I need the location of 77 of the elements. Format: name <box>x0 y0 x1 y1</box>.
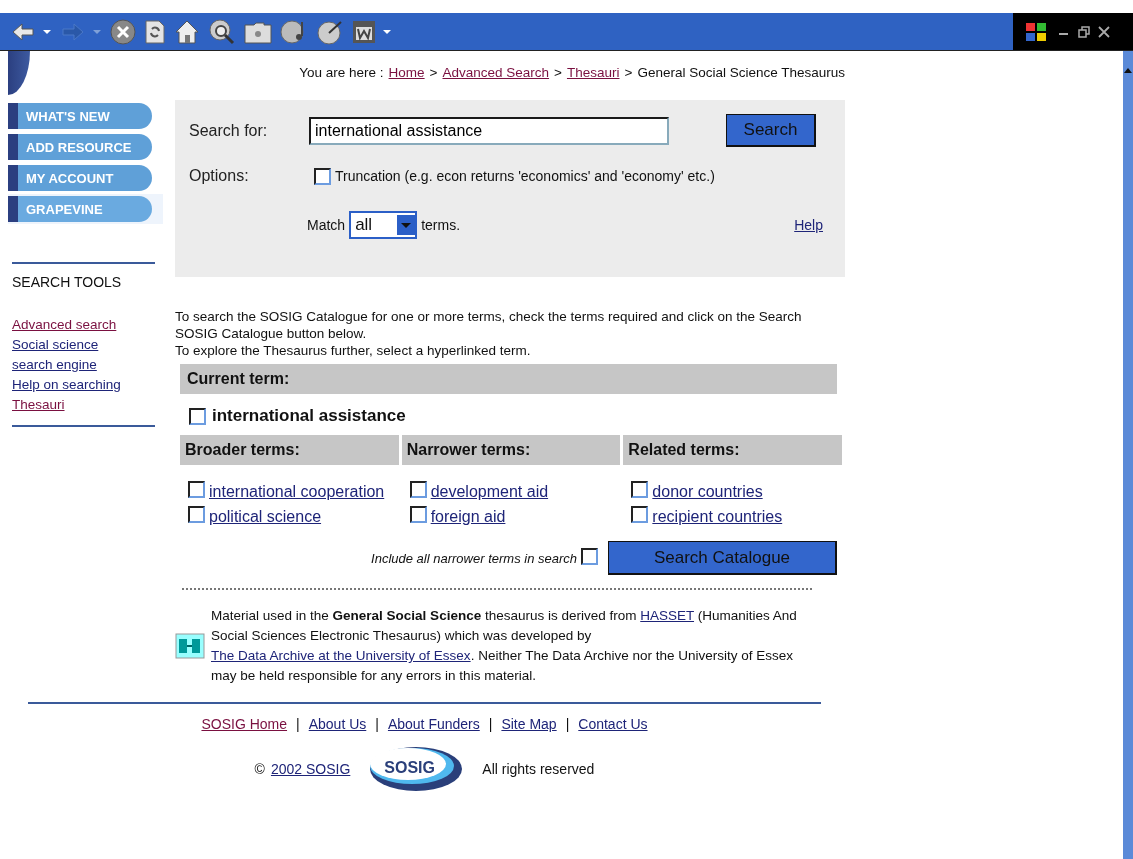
field-label: Options: <box>189 167 250 185</box>
term-link[interactable]: donor countries <box>652 483 763 500</box>
match-dropdown[interactable]: all <box>349 211 418 239</box>
restore-icon[interactable] <box>1077 24 1091 39</box>
attribution-link[interactable]: HASSET <box>640 608 695 623</box>
field-label: terms. <box>421 217 460 233</box>
breadcrumb-label: You are here : <box>299 64 384 80</box>
footer-link[interactable]: About Funders <box>387 716 480 732</box>
checkbox[interactable] <box>314 167 331 185</box>
link-separator: | <box>296 716 300 732</box>
footer-link[interactable]: About Us <box>308 716 367 732</box>
copyright-symbol: © <box>254 761 265 777</box>
column-heading: Related terms: <box>623 435 842 465</box>
checkbox-label: Truncation (e.g. econ returns 'economics' and 'economy' etc.) <box>335 168 715 184</box>
logo-text: SOSIG <box>384 759 435 777</box>
term-link[interactable]: political science <box>209 508 322 525</box>
sidebar-link[interactable]: Advanced search <box>12 315 117 335</box>
sidebar-link[interactable]: Social science search engine <box>12 335 142 375</box>
section-heading: Current term: <box>180 364 837 394</box>
term-label: international assistance <box>212 406 406 426</box>
field-label: Match <box>307 217 346 233</box>
attribution-link[interactable]: The Data Archive at the University of Essex <box>211 648 471 663</box>
checkbox-label: Include all narrower terms in search <box>371 550 577 566</box>
term-link[interactable]: international cooperation <box>209 483 385 500</box>
column-heading: Narrower terms: <box>401 435 621 465</box>
instruction-text: To explore the Thesaurus further, select a hyperlinked term. <box>175 342 532 359</box>
checkbox[interactable] <box>581 547 598 565</box>
term-link[interactable]: foreign aid <box>430 508 506 525</box>
checkbox[interactable] <box>188 506 205 523</box>
breadcrumb-link[interactable]: Thesauri <box>566 64 620 80</box>
instruction-text: To search the SOSIG Catalogue for one or more terms, check the terms required and click on the Search SOSIG Catalogue button below. <box>175 308 803 342</box>
help-link[interactable]: Help <box>794 217 823 233</box>
footer-link[interactable]: SOSIG Home <box>201 716 288 732</box>
search-icon[interactable] <box>208 17 236 46</box>
column-heading: Broader terms: <box>180 435 399 465</box>
checkbox[interactable] <box>189 407 206 425</box>
attribution-paragraph: Material used in the General Social Science thesaurus is derived from HASSET (Humanities And Social Sciences Electronic Thesaurus) which was developed by The Data Archive at the University of Essex. Neither The Data Archive nor the University of Essex may be held responsible for any errors in this material. <box>211 607 798 685</box>
link-separator: | <box>488 716 493 732</box>
caret-icon[interactable] <box>42 28 52 35</box>
breadcrumb-separator: > <box>554 64 562 80</box>
footer-link[interactable]: Contact Us <box>578 716 648 732</box>
footer-link[interactable]: Site Map <box>501 716 557 732</box>
copyright-link[interactable]: 2002 SOSIG <box>270 761 351 777</box>
back-arrow-icon[interactable] <box>10 20 36 43</box>
checkbox[interactable] <box>631 506 649 523</box>
term-link[interactable]: development aid <box>430 483 549 500</box>
breadcrumb-current: General Social Science Thesaurus <box>637 64 845 80</box>
search-catalogue-button[interactable]: Search Catalogue <box>608 541 837 575</box>
history-clock-icon[interactable] <box>316 18 344 45</box>
checkbox[interactable] <box>409 481 427 498</box>
copyright-text: All rights reserved <box>482 761 595 777</box>
caret-icon[interactable] <box>382 28 392 35</box>
breadcrumb-link[interactable]: Advanced Search <box>442 64 550 80</box>
checkbox[interactable] <box>409 506 427 523</box>
refresh-page-icon[interactable] <box>144 18 166 45</box>
scrollbar[interactable] <box>1123 51 1133 859</box>
search-field[interactable]: international assistance <box>309 116 669 145</box>
link-separator: | <box>375 716 379 732</box>
breadcrumb-link[interactable]: Home <box>388 64 425 80</box>
link-separator: | <box>565 716 570 732</box>
sidebar-link[interactable]: Thesauri <box>12 395 65 415</box>
stop-icon[interactable] <box>110 18 136 45</box>
section-heading: SEARCH TOOLS <box>12 274 123 290</box>
logo-swoosh-icon <box>368 746 465 792</box>
sidebar-link[interactable]: Help on searching <box>12 375 121 395</box>
word-window-icon[interactable] <box>352 19 376 44</box>
checkbox[interactable] <box>188 481 205 498</box>
home-icon[interactable] <box>174 18 200 45</box>
breadcrumb-separator: > <box>624 64 633 80</box>
field-label: Search for: <box>189 121 269 140</box>
thesaurus-network-icon <box>175 633 205 659</box>
breadcrumb-separator: > <box>429 64 438 80</box>
close-icon[interactable] <box>1097 24 1111 39</box>
search-button[interactable]: Search <box>726 114 816 147</box>
corner-decoration <box>8 51 30 95</box>
checkbox[interactable] <box>631 481 649 498</box>
term-link[interactable]: recipient countries <box>652 508 783 525</box>
